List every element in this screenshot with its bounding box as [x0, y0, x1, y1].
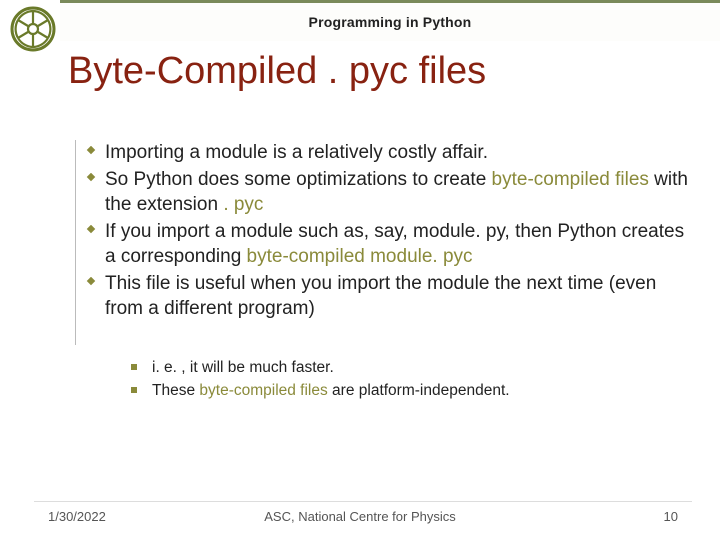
list-item: This file is useful when you import the … [85, 271, 690, 321]
logo-icon [10, 6, 56, 52]
footer: 1/30/2022 ASC, National Centre for Physi… [0, 506, 720, 526]
footer-page-number: 10 [664, 509, 678, 524]
footer-center: ASC, National Centre for Physics [0, 509, 720, 524]
bullet-icon [130, 358, 152, 379]
vertical-divider [75, 140, 76, 345]
slide: Programming in Python Byte-Compiled . py… [0, 0, 720, 540]
list-item: i. e. , it will be much faster. [130, 358, 690, 379]
list-item: These byte-compiled files are platform-i… [130, 381, 690, 402]
header-subtitle: Programming in Python [309, 14, 472, 30]
main-bullet-list: Importing a module is a relatively costl… [85, 140, 690, 324]
sub-bullet-list: i. e. , it will be much faster. These by… [130, 358, 690, 404]
bullet-text: This file is useful when you import the … [105, 271, 690, 321]
bullet-icon [85, 140, 105, 165]
bullet-text: If you import a module such as, say, mod… [105, 219, 690, 269]
bullet-text: These byte-compiled files are platform-i… [152, 381, 690, 402]
header-bar: Programming in Python [60, 3, 720, 41]
bullet-icon [130, 381, 152, 402]
bullet-text: i. e. , it will be much faster. [152, 358, 690, 379]
bullet-text: So Python does some optimizations to cre… [105, 167, 690, 217]
bullet-text: Importing a module is a relatively costl… [105, 140, 690, 165]
list-item: So Python does some optimizations to cre… [85, 167, 690, 217]
list-item: Importing a module is a relatively costl… [85, 140, 690, 165]
bullet-icon [85, 271, 105, 321]
bullet-icon [85, 219, 105, 269]
slide-title: Byte-Compiled . pyc files [68, 50, 486, 93]
bullet-icon [85, 167, 105, 217]
footer-divider [34, 501, 692, 502]
list-item: If you import a module such as, say, mod… [85, 219, 690, 269]
